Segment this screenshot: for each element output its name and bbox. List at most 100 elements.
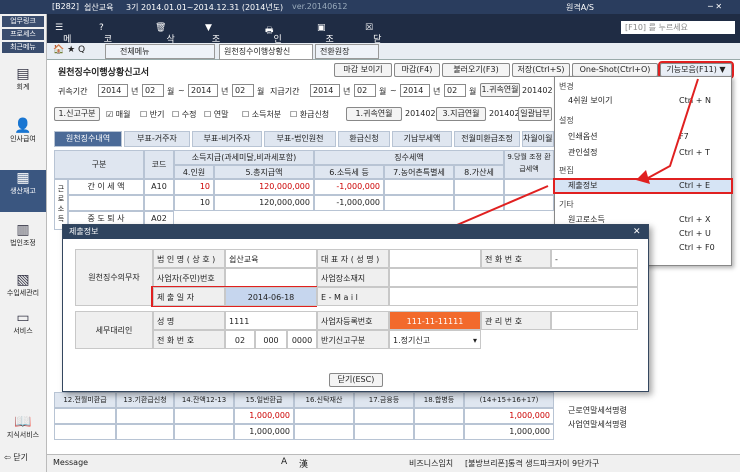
sidebar-item-income[interactable]: ▧ 수입세관리 [0,272,46,310]
tab-all-menu[interactable]: 전체메뉴 [105,44,215,59]
bizno-field[interactable] [225,268,317,287]
agent-biz-field[interactable]: 111-11-11111 [389,311,481,330]
report-type-half[interactable]: ☐ 반기 [140,109,164,120]
cell[interactable] [294,424,354,440]
cell[interactable] [54,424,116,440]
row-penalty[interactable] [454,179,504,195]
menu-item-submit-info[interactable]: 제출정보 Ctrl + E [553,178,733,194]
agent-phone-2[interactable]: 000 [255,330,287,349]
function-menu-button[interactable]: 기능모음(F11) ▼ [658,61,734,79]
cell[interactable] [174,424,234,440]
search-input[interactable]: [F10] 를 누르세요 [621,21,735,34]
oneshot-button[interactable]: One-Shot(Ctrl+O) [572,63,658,77]
cell[interactable] [54,408,116,424]
row-tax[interactable]: -1,000,000 [314,179,384,195]
print-button[interactable]: 🖶 인쇄 [265,23,282,58]
sidebar-close-button[interactable]: ⇦ 닫기 [4,452,28,463]
report-type-revise[interactable]: ☐ 수정 [172,109,196,120]
dialog-close-button[interactable]: 닫기(ESC) [329,373,383,387]
rep-field[interactable] [389,249,481,268]
menu-button[interactable]: ☰ 메뉴 [55,23,71,58]
row-total[interactable]: 120,000,000 [214,179,314,195]
report-type-refund[interactable]: ☐ 환급신청 [290,109,329,120]
attr-year-start[interactable]: 2014 [98,84,128,97]
close-button[interactable]: ☒ 닫기 [365,23,381,58]
cell[interactable] [116,424,174,440]
revoke-ym-button-2[interactable]: 1.귀속연월 [346,107,402,121]
close-icon[interactable]: ✕ [633,227,641,237]
message-label[interactable]: Message [53,458,88,467]
hanja-indicator[interactable]: 漢 [299,457,308,470]
lang-indicator[interactable]: A [281,457,287,467]
phone-field[interactable]: - [551,249,638,268]
cond-search-button[interactable]: ▼ 조건검색 [205,23,220,84]
row-people[interactable]: 10 [174,195,214,211]
home-icon[interactable]: 🏠 ★ Q [53,45,85,55]
sidebar-item-accounting[interactable]: ▤ 회계 [0,66,46,104]
menu-item-print-options[interactable]: 인쇄옵션 F7 [555,131,731,143]
save-button[interactable]: 저장(Ctrl+S) [512,63,570,77]
general-refund-value[interactable]: 1,000,000 [234,424,294,440]
row-adjust[interactable] [504,179,554,195]
cell[interactable] [294,408,354,424]
sidebar-item-production[interactable]: ▦ 생산재고 [0,170,46,212]
cell[interactable] [354,408,414,424]
subtab-resident[interactable]: 부표-거주자 [124,131,190,147]
codedo-button[interactable]: ? 코드도움 [99,23,112,84]
menu-item-show[interactable]: 4쉬원 보이기 Ctrl + N [555,95,731,107]
cell[interactable] [174,408,234,424]
load-button[interactable]: 불러오기(F3) [442,63,510,77]
subtab-refund[interactable]: 환급신청 [338,131,390,147]
cell[interactable] [414,424,464,440]
subtab-carryover[interactable]: 차월이월환급 [522,131,554,147]
remote-user[interactable]: 원격A/S [566,2,594,13]
agent-name-field[interactable]: 1111 [225,311,317,330]
pay-month-end[interactable]: 02 [444,84,466,97]
agent-phone-1[interactable]: 02 [225,330,255,349]
email-field[interactable] [389,287,638,306]
subtab-withholding[interactable]: 원천징수내역 [54,131,122,147]
sidebar-link-work[interactable]: 업무링크 [2,16,44,27]
general-refund-value[interactable]: 1,000,000 [234,408,294,424]
menu-item-labor-yearend[interactable]: 근로연말세석명령 [568,405,627,416]
row-adjust[interactable] [504,195,554,211]
agent-phone-3[interactable]: 0000 [287,330,317,349]
sidebar-item-knowledge[interactable]: 📖 지식서비스 [0,414,46,452]
sidebar-link-recent[interactable]: 최근메뉴 [2,42,44,53]
subtab-corp[interactable]: 부표-법인원천 [264,131,336,147]
pay-year-end[interactable]: 2014 [400,84,430,97]
row-penalty[interactable] [454,195,504,211]
report-type-disposal[interactable]: ☐ 소득처분 [242,109,281,120]
delete-button[interactable]: 🗑 삭제 [155,23,175,58]
corp-name-field[interactable]: 쉽산교육 [225,249,317,268]
closing-button[interactable]: 마감(F4) [394,63,440,77]
cell[interactable] [354,424,414,440]
bulk-payment-button[interactable]: 일괄납부 [518,107,552,121]
sidebar-item-corp[interactable]: ▥ 법인조정 [0,222,46,260]
sum-value[interactable]: 1,000,000 [464,408,554,424]
cell[interactable] [414,408,464,424]
subtab-nonresident[interactable]: 부표-비거주자 [192,131,262,147]
sidebar-item-service[interactable]: ▭ 서비스 [0,310,46,348]
attr-month-end[interactable]: 02 [232,84,254,97]
window-controls[interactable]: ─ ✕ [708,2,722,11]
pay-year-start[interactable]: 2014 [310,84,340,97]
sum-value[interactable]: 1,000,000 [464,424,554,440]
subtab-prepaid[interactable]: 기납부세액 [392,131,452,147]
menu-item-seal-settings[interactable]: 관인설정 Ctrl + T [555,147,731,159]
sidebar-link-process[interactable]: 프로세스 [2,29,44,40]
row-rural[interactable] [384,179,454,195]
submit-date-field[interactable]: 2014-06-18 [225,287,317,306]
revoke-ym-button[interactable]: 1.귀속연월 [480,83,520,97]
attr-year-end[interactable]: 2014 [188,84,218,97]
attr-month-start[interactable]: 02 [142,84,164,97]
row-people[interactable]: 10 [174,179,214,195]
addr-field[interactable] [389,268,638,287]
tab-withholding[interactable]: 원천징수이행상황신 [219,44,313,60]
tab-ledger[interactable]: 전환원장 [315,44,379,59]
menu-item-biz-yearend[interactable]: 사업연말세석명령 [568,419,627,430]
sidebar-item-hr[interactable]: 👤 인사급여 [0,118,46,156]
report-type-monthly[interactable]: ☑ 매월 [106,109,130,120]
row-tax[interactable]: -1,000,000 [314,195,384,211]
subtab-prev-refund[interactable]: 전월미환급조정 [454,131,520,147]
